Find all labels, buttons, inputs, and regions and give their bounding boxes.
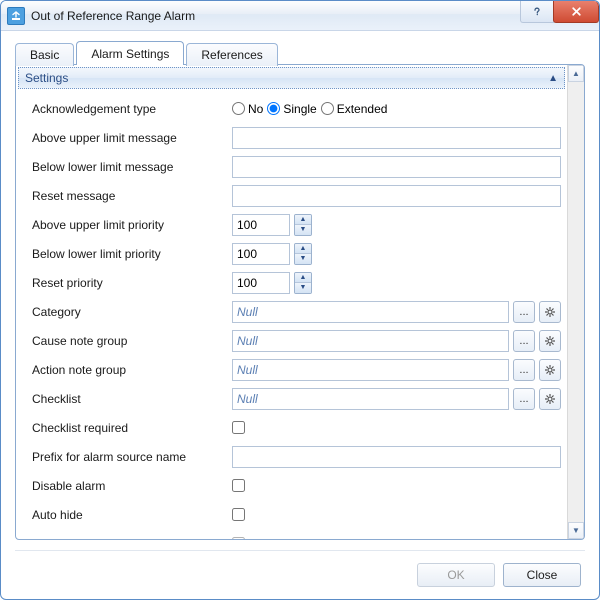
- spin-down-icon[interactable]: ▼: [295, 225, 311, 235]
- action-note-group-field[interactable]: Null: [232, 359, 509, 381]
- category-field[interactable]: Null: [232, 301, 509, 323]
- app-icon: [7, 7, 25, 25]
- spin-up-icon[interactable]: ▲: [295, 244, 311, 255]
- gear-icon: [544, 335, 556, 347]
- label-disable-state-change: Disable state-change logging: [32, 537, 232, 540]
- below-lower-prio-input[interactable]: [232, 243, 290, 265]
- category-gear-button[interactable]: [539, 301, 561, 323]
- category-browse-button[interactable]: ...: [513, 301, 535, 323]
- label-checklist-required: Checklist required: [32, 421, 232, 435]
- window-title: Out of Reference Range Alarm: [31, 9, 520, 23]
- gear-icon: [544, 306, 556, 318]
- cause-note-group-field[interactable]: Null: [232, 330, 509, 352]
- cause-note-browse-button[interactable]: ...: [513, 330, 535, 352]
- above-upper-msg-input[interactable]: [232, 127, 561, 149]
- scroll-track[interactable]: [568, 82, 584, 522]
- checklist-gear-button[interactable]: [539, 388, 561, 410]
- close-button[interactable]: [553, 1, 599, 23]
- titlebar: Out of Reference Range Alarm: [1, 1, 599, 31]
- checklist-required-checkbox[interactable]: [232, 421, 245, 434]
- label-above-upper-msg: Above upper limit message: [32, 131, 232, 145]
- ellipsis-icon: ...: [519, 364, 528, 376]
- label-reset-msg: Reset message: [32, 189, 232, 203]
- ack-no-radio[interactable]: [232, 102, 245, 115]
- disable-alarm-checkbox[interactable]: [232, 479, 245, 492]
- reset-prio-input[interactable]: [232, 272, 290, 294]
- ellipsis-icon: ...: [519, 335, 528, 347]
- cause-note-gear-button[interactable]: [539, 330, 561, 352]
- settings-group-header[interactable]: Settings ▲: [18, 67, 565, 89]
- prefix-alarm-source-input[interactable]: [232, 446, 561, 468]
- label-above-upper-prio: Above upper limit priority: [32, 218, 232, 232]
- action-note-browse-button[interactable]: ...: [513, 359, 535, 381]
- ack-no-option[interactable]: No: [232, 102, 263, 116]
- label-reset-prio: Reset priority: [32, 276, 232, 290]
- disable-state-change-checkbox[interactable]: [232, 537, 245, 539]
- ack-type-group: No Single Extended: [232, 102, 561, 116]
- checklist-browse-button[interactable]: ...: [513, 388, 535, 410]
- help-button[interactable]: [520, 1, 554, 23]
- ellipsis-icon: ...: [519, 306, 528, 318]
- ack-extended-radio[interactable]: [321, 102, 334, 115]
- tabstrip: Basic Alarm Settings References: [15, 41, 585, 65]
- ellipsis-icon: ...: [519, 393, 528, 405]
- label-disable-alarm: Disable alarm: [32, 479, 232, 493]
- label-below-lower-prio: Below lower limit priority: [32, 247, 232, 261]
- tab-basic[interactable]: Basic: [15, 43, 74, 66]
- label-auto-hide: Auto hide: [32, 508, 232, 522]
- settings-form: Acknowledgement type No Single Extended …: [16, 91, 567, 539]
- below-lower-msg-input[interactable]: [232, 156, 561, 178]
- ack-single-option[interactable]: Single: [267, 102, 316, 116]
- label-checklist: Checklist: [32, 392, 232, 406]
- tab-references[interactable]: References: [186, 43, 277, 66]
- collapse-icon: ▲: [548, 73, 558, 84]
- label-below-lower-msg: Below lower limit message: [32, 160, 232, 174]
- vertical-scrollbar[interactable]: ▲ ▼: [567, 65, 584, 539]
- reset-prio-spinner[interactable]: ▲▼: [294, 272, 312, 294]
- below-lower-prio-spinner[interactable]: ▲▼: [294, 243, 312, 265]
- close-dialog-button[interactable]: Close: [503, 563, 581, 587]
- label-cause-note-group: Cause note group: [32, 334, 232, 348]
- gear-icon: [544, 393, 556, 405]
- above-upper-prio-spinner[interactable]: ▲▼: [294, 214, 312, 236]
- ack-single-radio[interactable]: [267, 102, 280, 115]
- dialog-footer: OK Close: [1, 551, 599, 599]
- label-category: Category: [32, 305, 232, 319]
- spin-up-icon[interactable]: ▲: [295, 273, 311, 284]
- reset-msg-input[interactable]: [232, 185, 561, 207]
- spin-up-icon[interactable]: ▲: [295, 215, 311, 226]
- label-ack-type: Acknowledgement type: [32, 102, 232, 116]
- dialog-body: Basic Alarm Settings References Settings…: [1, 31, 599, 540]
- checklist-field[interactable]: Null: [232, 388, 509, 410]
- spin-down-icon[interactable]: ▼: [295, 283, 311, 293]
- auto-hide-checkbox[interactable]: [232, 508, 245, 521]
- scroll-up-button[interactable]: ▲: [568, 65, 584, 82]
- settings-group-label: Settings: [25, 71, 68, 85]
- scroll-down-button[interactable]: ▼: [568, 522, 584, 539]
- ack-extended-option[interactable]: Extended: [321, 102, 388, 116]
- above-upper-prio-input[interactable]: [232, 214, 290, 236]
- tab-alarm-settings[interactable]: Alarm Settings: [76, 41, 184, 65]
- label-prefix-alarm-source: Prefix for alarm source name: [32, 450, 232, 464]
- ok-button[interactable]: OK: [417, 563, 495, 587]
- gear-icon: [544, 364, 556, 376]
- action-note-gear-button[interactable]: [539, 359, 561, 381]
- dialog-window: Out of Reference Range Alarm Basic Alarm…: [0, 0, 600, 600]
- tab-page: Settings ▲ Acknowledgement type No Singl…: [15, 64, 585, 540]
- label-action-note-group: Action note group: [32, 363, 232, 377]
- spin-down-icon[interactable]: ▼: [295, 254, 311, 264]
